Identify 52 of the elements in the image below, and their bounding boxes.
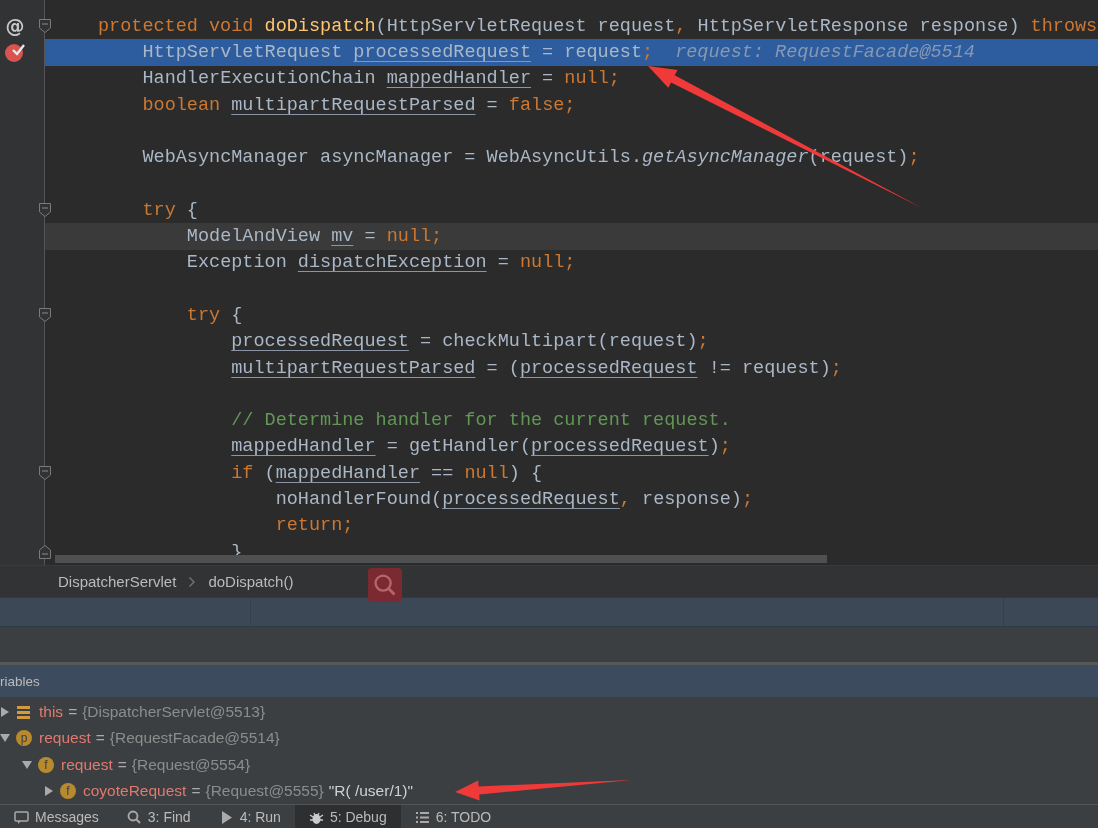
tool-window-tab[interactable]: 3: Find: [112, 805, 205, 828]
variable-value: {Request@5555}: [205, 782, 324, 801]
equals-sign: =: [191, 782, 201, 801]
code-line: protected void doDispatch(HttpServletRequest request, HttpServletResponse response) throws: [98, 15, 1098, 37]
stack-icon: [16, 704, 31, 720]
type-badge: f: [38, 756, 54, 773]
equals-sign: =: [95, 729, 105, 748]
type-badge: p: [16, 730, 32, 747]
breadcrumb-item[interactable]: doDispatch(): [208, 573, 294, 590]
code-line: try {: [141, 199, 198, 221]
tool-window-tab[interactable]: 4: Run: [204, 805, 295, 828]
code-line: try {: [185, 304, 243, 326]
code-line: return;: [274, 515, 354, 537]
type-badge: f: [60, 783, 76, 800]
code-line: if (mappedHandler == null) {: [230, 462, 543, 484]
variable-value: {DispatcherServlet@5513}: [82, 703, 266, 722]
horizontal-scrollbar[interactable]: [55, 555, 827, 563]
variable-name: coyoteRequest: [83, 782, 187, 801]
search-icon[interactable]: [367, 568, 403, 602]
code-line: multipartRequestParsed = (processedRequest != request);: [230, 357, 842, 379]
variable-name: request: [61, 755, 113, 774]
gutter-marker: @: [5, 15, 25, 38]
tree-toggle-icon[interactable]: [44, 785, 54, 798]
string-value: "R( /user/1)": [328, 782, 413, 801]
breadcrumb-item[interactable]: DispatcherServlet: [58, 573, 177, 590]
variable-name: request: [39, 729, 91, 748]
code-line: // Determine handler for the current request.: [230, 410, 731, 432]
code-line: ModelAndView mv = null;: [185, 226, 443, 247]
panel-title: riables: [0, 673, 40, 689]
tree-toggle-icon[interactable]: [22, 758, 32, 771]
variable-value: {Request@5554}: [131, 755, 251, 774]
message-icon: [14, 809, 29, 825]
chevron-icon: [188, 575, 197, 588]
variable-value: {RequestFacade@5514}: [109, 729, 280, 748]
equals-sign: =: [117, 755, 127, 774]
list-icon: [414, 809, 430, 825]
tool-window-tab[interactable]: 5: Debug: [294, 805, 401, 828]
code-line: Exception dispatchException = null;: [185, 252, 576, 274]
code-line: HandlerExecutionChain mappedHandler = null;: [141, 68, 620, 90]
tree-toggle-icon[interactable]: [0, 706, 10, 719]
code-editor[interactable]: [0, 0, 1098, 565]
equals-sign: =: [68, 703, 78, 722]
search-icon: [126, 809, 142, 825]
code-line: HttpServletRequest processedRequest = request;: [141, 41, 654, 63]
tool-window-tab[interactable]: Messages: [0, 805, 113, 828]
code-line: noHandlerFound(processedRequest, response);: [274, 489, 754, 510]
variable-name: this: [39, 703, 64, 722]
code-line: processedRequest = checkMultipart(request);: [230, 331, 709, 353]
code-line: boolean multipartRequestParsed = false;: [141, 94, 576, 116]
inline-value-hint: request: RequestFacade@5514: [675, 41, 975, 63]
code-line: mappedHandler = getHandler(processedRequest);: [230, 436, 731, 458]
tool-window-tab[interactable]: 6: TODO: [400, 805, 506, 828]
